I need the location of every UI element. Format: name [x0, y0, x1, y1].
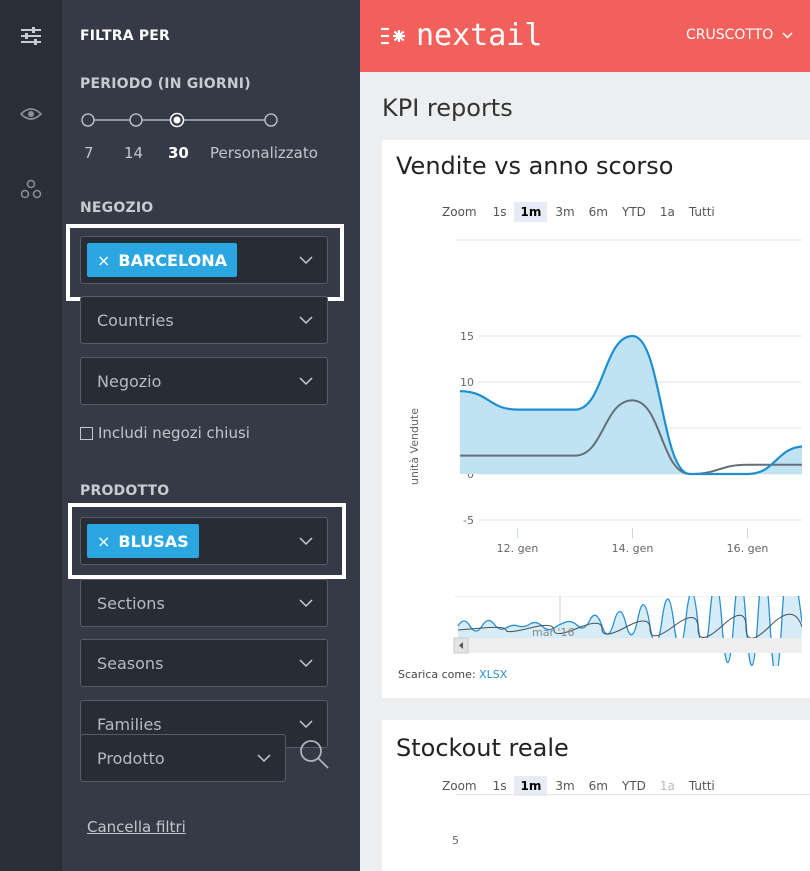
sales-chart: unità Vendute 151050-5 12. gen14. gen16.… — [408, 239, 802, 630]
store-placeholder: Negozio — [97, 372, 162, 391]
filter-title: FILTRA PER — [80, 28, 171, 44]
chevron-down-icon — [299, 599, 313, 608]
y-tick-label: 15 — [460, 330, 474, 343]
x-tick-label: 12. gen — [497, 542, 539, 555]
main-content: KPI reports Vendite vs anno scorso Zoom … — [360, 72, 810, 871]
x-tick-label: 16. gen — [727, 542, 769, 555]
zoom-1m[interactable]: 1m — [514, 202, 548, 222]
logo-icon — [381, 27, 405, 44]
zoom-3m[interactable]: 3m — [549, 202, 580, 222]
period-slider[interactable] — [80, 110, 360, 130]
chevron-down-icon — [782, 32, 793, 39]
zoom-label: Zoom — [442, 205, 477, 219]
checkbox-box[interactable] — [80, 426, 93, 440]
include-closed-label: Includi negozi chiusi — [98, 424, 250, 442]
page-title: KPI reports — [382, 94, 513, 122]
download-xlsx-link[interactable]: XLSX — [479, 668, 507, 681]
nav-dashboard-label: CRUSCOTTO — [686, 27, 774, 43]
sliders-icon[interactable] — [0, 26, 62, 46]
sales-card-title: Vendite vs anno scorso — [396, 152, 674, 180]
nextail-logo[interactable]: nextail — [380, 18, 542, 53]
zoom-all[interactable]: Tutti — [683, 202, 721, 222]
y-tick-label: -5 — [463, 514, 474, 527]
store-highlight-box — [66, 224, 344, 301]
zoom-6m[interactable]: 6m — [583, 776, 614, 796]
nodes-icon[interactable] — [0, 178, 62, 200]
seasons-select[interactable]: Seasons — [80, 639, 328, 687]
chart-gridline — [456, 794, 810, 795]
download-label: Scarica come: — [398, 668, 476, 681]
zoom-ytd[interactable]: YTD — [616, 202, 652, 222]
period-label: PERIODO (IN GIORNI) — [80, 76, 251, 92]
top-header: nextail CRUSCOTTO — [360, 0, 810, 72]
logo-wordmark: nextail — [416, 18, 543, 53]
period-option-14[interactable]: 14 — [124, 144, 143, 162]
navigator-scrollbar[interactable] — [454, 638, 802, 653]
navigator-date-label: mar '16 — [532, 626, 575, 639]
zoom-1s[interactable]: 1s — [487, 776, 513, 796]
seasons-placeholder: Seasons — [97, 654, 164, 673]
x-tick-label: 14. gen — [612, 542, 654, 555]
zoom-1a[interactable]: 1a — [654, 202, 681, 222]
stockout-card: Stockout reale Zoom 1s 1m 3m 6m YTD 1a T… — [382, 720, 810, 871]
sections-select[interactable]: Sections — [80, 579, 328, 627]
eye-icon[interactable] — [0, 106, 62, 122]
product-section-label: PRODOTTO — [80, 483, 170, 499]
chevron-down-icon — [299, 720, 313, 729]
series-area — [460, 336, 802, 474]
search-icon[interactable] — [298, 738, 330, 774]
zoom-ytd[interactable]: YTD — [616, 776, 652, 796]
countries-placeholder: Countries — [97, 311, 174, 330]
product-select[interactable]: Prodotto — [80, 734, 286, 782]
zoom-3m[interactable]: 3m — [549, 776, 580, 796]
icon-rail — [0, 0, 62, 871]
range-navigator[interactable]: mar '16 — [382, 596, 802, 666]
include-closed-checkbox[interactable]: Includi negozi chiusi — [80, 424, 250, 442]
nav-dashboard[interactable]: CRUSCOTTO — [686, 27, 793, 43]
sales-card: Vendite vs anno scorso Zoom 1s 1m 3m 6m … — [382, 140, 810, 698]
period-option-custom[interactable]: Personalizzato — [210, 144, 318, 162]
zoom-label: Zoom — [442, 779, 477, 793]
clear-filters-link[interactable]: Cancella filtri — [87, 818, 186, 836]
y-axis-label: unità Vendute — [408, 408, 421, 485]
product-highlight-box — [68, 503, 346, 579]
store-section-label: NEGOZIO — [80, 200, 154, 216]
zoom-6m[interactable]: 6m — [583, 202, 614, 222]
y-tick-label: 5 — [452, 834, 459, 847]
families-placeholder: Families — [97, 715, 162, 734]
chevron-down-icon — [257, 754, 271, 763]
filter-panel: FILTRA PER PERIODO (IN GIORNI) 7 14 30 P… — [62, 0, 360, 871]
period-option-30[interactable]: 30 — [168, 144, 189, 162]
y-tick-label: 10 — [460, 376, 474, 389]
store-name-select[interactable]: Negozio — [80, 357, 328, 405]
period-option-7[interactable]: 7 — [84, 144, 94, 162]
zoom-1m[interactable]: 1m — [514, 776, 548, 796]
sections-placeholder: Sections — [97, 594, 165, 613]
zoom-controls-2: Zoom 1s 1m 3m 6m YTD 1a Tutti — [442, 776, 723, 796]
chevron-down-icon — [299, 377, 313, 386]
stockout-card-title: Stockout reale — [396, 734, 569, 762]
zoom-1s[interactable]: 1s — [487, 202, 513, 222]
download-row: Scarica come: XLSX — [398, 668, 507, 681]
chevron-down-icon — [299, 316, 313, 325]
zoom-controls: Zoom 1s 1m 3m 6m YTD 1a Tutti — [442, 202, 723, 222]
product-placeholder: Prodotto — [97, 749, 165, 768]
countries-select[interactable]: Countries — [80, 296, 328, 344]
chevron-down-icon — [299, 659, 313, 668]
zoom-all[interactable]: Tutti — [683, 776, 721, 796]
zoom-1a[interactable]: 1a — [654, 776, 681, 796]
